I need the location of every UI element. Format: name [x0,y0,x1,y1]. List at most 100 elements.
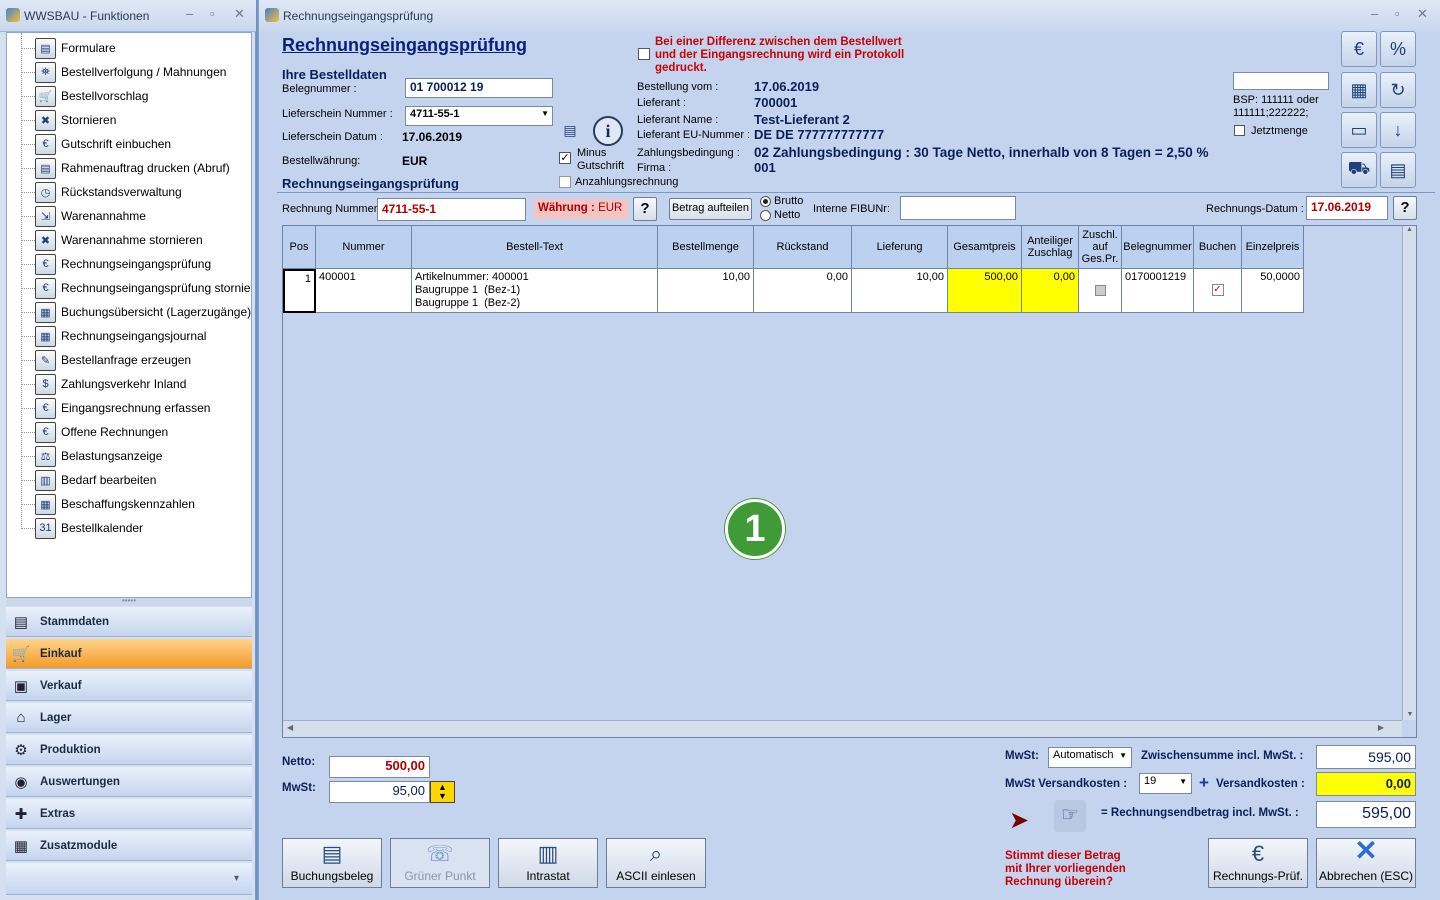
belegnummer-input[interactable]: 01 700012 19 [405,78,553,98]
column-header[interactable]: Rückstand [754,226,852,269]
versandkosten-input[interactable]: 0,00 [1316,772,1416,796]
module-lager[interactable]: ⌂ Lager [6,703,252,733]
buchungsbeleg-button[interactable]: ▤ Buchungsbeleg [282,838,382,888]
tree-item[interactable]: 31 Bestellkalender [21,516,143,540]
bsp-input[interactable] [1233,72,1329,90]
column-header[interactable]: Anteiliger Zuschlag [1022,226,1079,269]
scroll-right-icon[interactable]: ▶ [1378,723,1384,732]
info-icon[interactable]: i [593,116,623,146]
tree-item[interactable]: € Rechnungseingangsprüfung stornieren [21,276,251,300]
tree-item[interactable]: ▥ Bedarf bearbeiten [21,468,156,492]
zuschlag-checkbox[interactable] [1094,285,1106,296]
help-button[interactable]: ? [633,197,657,221]
module-zusatzmodule[interactable]: ▦ Zusatzmodule [6,831,252,861]
module-einkauf[interactable]: 🛒 Einkauf [6,639,252,669]
close-icon[interactable]: ✕ [234,6,245,22]
calendar-help-icon[interactable]: ▦ [1341,72,1377,108]
tree-item[interactable]: ▦ Beschaffungskennzahlen [21,492,195,516]
grüner-punkt-button[interactable]: ☏ Grüner Punkt [390,838,490,888]
tree-item[interactable]: 🛒 Bestellvorschlag [21,84,148,108]
betrag-aufteilen-button[interactable]: Betrag aufteilen [669,198,752,220]
column-header[interactable]: Buchen [1194,226,1242,269]
vertical-scrollbar[interactable]: ▲ ▼ [1402,226,1416,720]
table-cell[interactable]: 50,0000 [1242,269,1304,313]
column-header[interactable]: Bestell-Text [412,226,658,269]
netto-radio[interactable] [760,210,771,221]
tree-item[interactable]: ⚖ Belastungsanzeige [21,444,162,468]
scroll-down-icon[interactable]: ▼ [1403,711,1417,718]
datum-help-button[interactable]: ? [1393,196,1417,220]
banknote-icon[interactable]: ▭ [1341,112,1377,148]
rechnungs-pruef-button[interactable]: € Rechnungs-Prüf. [1208,838,1308,888]
horizontal-scrollbar[interactable]: ◀ ▶ [283,720,1402,737]
discount-tag-icon[interactable]: % [1380,31,1416,67]
tree-item[interactable]: ✖ Stornieren [21,108,116,132]
scroll-up-icon[interactable]: ▲ [1403,226,1416,233]
module-extras[interactable]: ✚ Extras [6,799,252,829]
ascii-einlesen-button[interactable]: ⌕ ASCII einlesen [606,838,706,888]
tree-item[interactable]: € Eingangsrechnung erfassen [21,396,210,420]
table-cell[interactable] [1079,269,1122,313]
tree-item[interactable]: € Gutschrift einbuchen [21,132,171,156]
table-cell[interactable]: 0,00 [754,269,852,313]
close-icon[interactable]: ✕ [1417,6,1428,22]
module-verkauf[interactable]: ▣ Verkauf [6,671,252,701]
tree-item[interactable]: € Offene Rechnungen [21,420,168,444]
mwst-spinner[interactable]: ▲ ▼ [430,781,455,803]
lieferschein-nr-select[interactable]: 4711-55-1 ▼ [405,106,553,126]
intrastat-button[interactable]: ▥ Intrastat [498,838,598,888]
column-header[interactable]: Belegnummer [1122,226,1194,269]
truck-icon[interactable]: ⛟ [1341,152,1377,188]
tree-item[interactable]: ⇲ Warenannahme [21,204,146,228]
table-cell[interactable]: 10,00 [658,269,754,313]
tree-item[interactable]: ▦ Buchungsübersicht (Lagerzugänge) [21,300,251,324]
module-stammdaten[interactable]: ▤ Stammdaten [6,607,252,637]
jetztmenge-checkbox[interactable] [1234,125,1245,136]
table-cell[interactable]: Artikelnummer: 400001 Baugruppe 1 (Bez-1… [412,269,658,313]
brutto-radio[interactable] [760,196,771,207]
module-auswertungen[interactable]: ◉ Auswertungen [6,767,252,797]
minimize-icon[interactable]: – [1371,6,1378,21]
panel-splitter[interactable]: ••••• [6,597,252,606]
tree-item[interactable]: ▤ Rahmenauftrag drucken (Abruf) [21,156,230,180]
sort-down-icon[interactable]: ↓ [1380,112,1416,148]
tree-item[interactable]: ▤ Formulare [21,36,116,60]
module-produktion[interactable]: ⚙ Produktion [6,735,252,765]
tree-item[interactable]: ◷ Rückstandsverwaltung [21,180,182,204]
column-header[interactable]: Lieferung [852,226,948,269]
column-header[interactable]: Nummer [316,226,412,269]
column-header[interactable]: Bestellmenge [658,226,754,269]
column-header[interactable]: Einzelpreis [1242,226,1304,269]
tree-item[interactable]: ⛯ Bestellverfolgung / Mahnungen [21,60,226,84]
minus-gutschrift-checkbox[interactable]: ✓ [559,152,571,164]
table-cell[interactable]: ✓ [1194,269,1242,313]
column-header[interactable]: Zuschl. auf Ges.Pr. [1079,226,1122,269]
tree-item[interactable]: ✎ Bestellanfrage erzeugen [21,348,191,372]
report-view-icon[interactable]: ▤ [1380,152,1416,188]
euro-doc-icon[interactable]: € [1341,31,1377,67]
maximize-icon[interactable]: ▫ [1395,6,1400,21]
minimize-icon[interactable]: – [186,6,193,21]
protokoll-checkbox[interactable] [638,48,650,60]
mwst-versand-select[interactable]: 19 ▼ [1139,773,1192,794]
module-overflow[interactable]: ▾ [6,863,252,895]
table-cell[interactable]: 10,00 [852,269,948,313]
table-cell[interactable]: 500,00 [948,269,1022,313]
mwst-mode-select[interactable]: Automatisch ▼ [1048,747,1132,768]
scroll-left-icon[interactable]: ◀ [287,723,293,732]
buchen-checkbox[interactable]: ✓ [1211,284,1224,296]
list-icon[interactable]: ▤ [559,118,581,142]
abbrechen-button[interactable]: ✕ Abbrechen (ESC) [1316,835,1416,888]
tree-item[interactable]: ✖ Warenannahme stornieren [21,228,203,252]
maximize-icon[interactable]: ▫ [210,6,215,21]
rechnung-nr-input[interactable]: 4711-55-1 [377,198,526,221]
anzahlung-checkbox[interactable] [559,176,571,188]
rechnungs-datum-input[interactable]: 17.06.2019 [1306,196,1388,220]
table-cell[interactable]: 1 [283,269,316,313]
column-header[interactable]: Pos [283,226,316,269]
fibu-input[interactable] [900,196,1016,220]
tree-item[interactable]: $ Zahlungsverkehr Inland [21,372,186,396]
tree-item[interactable]: € Rechnungseingangsprüfung [21,252,211,276]
table-cell[interactable]: 0170001219 [1122,269,1194,313]
euro-refresh-icon[interactable]: ↻ [1380,72,1416,108]
